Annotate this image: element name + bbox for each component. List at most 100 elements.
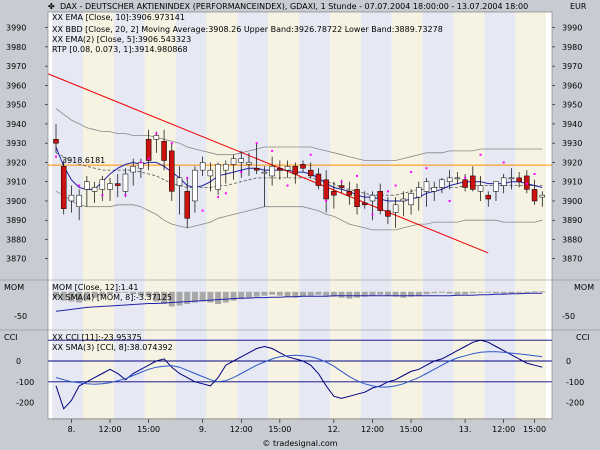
legend-rtp: RTP [0.08, 0.073, 1]:3914.980868 (52, 45, 188, 54)
candle-body (91, 187, 98, 192)
mom-bar (469, 291, 476, 294)
mom-bar (230, 291, 237, 301)
candle-body (60, 166, 67, 209)
header-title: DAX - DEUTSCHER AKTIENINDEX (PERFORMANCE… (60, 2, 528, 11)
y-tick-label-left: 3880 (6, 235, 26, 244)
candle-body (161, 141, 167, 161)
y-tick-label-left: 3950 (6, 101, 26, 110)
mom-bar (485, 291, 492, 293)
candle-body (145, 139, 152, 161)
candle-body (369, 194, 376, 202)
rtp-point (271, 149, 274, 152)
x-tick-label: 15:00 (268, 425, 291, 434)
mom-bar (307, 291, 314, 296)
mom-bar (384, 291, 391, 296)
time-band (206, 12, 238, 420)
mom-bar (338, 291, 345, 298)
x-tick-label: 8. (68, 425, 76, 434)
mom-panel-label-right: MOM (574, 283, 594, 292)
candle-body (446, 177, 453, 182)
y-tick-label-left: 3910 (6, 178, 26, 187)
y-tick-label-right: 3910 (562, 178, 582, 187)
x-tick-label: 13. (459, 425, 472, 434)
rtp-point (386, 190, 389, 193)
rtp-point (325, 199, 328, 202)
y-tick-label-right: 3890 (562, 216, 582, 225)
candle-body (516, 177, 522, 182)
y-tick-label-right: 3970 (562, 62, 582, 71)
legend-ema2: XX EMA(2) [Close, 5]:3906.543323 (52, 35, 191, 44)
candle-body (184, 191, 190, 219)
y-tick-label-left: 3940 (6, 120, 26, 129)
y-tick-label-right: 3900 (562, 197, 582, 206)
candle-body (153, 135, 160, 140)
mom-bar (215, 291, 222, 304)
candle-body (470, 175, 476, 190)
y-tick-label-right: 3950 (562, 101, 582, 110)
candle-body (485, 194, 491, 200)
time-band (113, 12, 145, 420)
time-band (422, 12, 454, 420)
chart-window: 3870 3870 3880 3880 3890 3890 3900 3900 3910 3910… (0, 0, 600, 450)
candle-body (508, 177, 515, 180)
candle-body (439, 179, 445, 188)
rtp-point (255, 142, 258, 145)
y-tick-label-left: 3960 (6, 81, 26, 90)
candle-body (122, 173, 129, 192)
rtp-point (217, 196, 220, 199)
mom-bar (423, 291, 430, 295)
candle-body (377, 191, 383, 211)
mom-y-tick-left: -50 (14, 312, 27, 321)
time-band (299, 12, 331, 420)
x-tick-label: 9. (199, 425, 207, 434)
candle-body (253, 167, 260, 171)
mom-bar (539, 291, 546, 293)
mom-bar (377, 291, 384, 295)
x-tick-label: 12:00 (230, 425, 253, 434)
mom-bar (276, 291, 283, 296)
mom-bar (354, 291, 361, 298)
rtp-point (155, 132, 158, 135)
y-tick-label-left: 3900 (6, 197, 26, 206)
rtp-point (124, 194, 127, 197)
y-tick-label-right: 3940 (562, 120, 582, 129)
rtp-point (464, 176, 467, 179)
rtp-point (101, 194, 104, 197)
candle-body (354, 189, 360, 207)
candle-body (130, 166, 136, 173)
candle-body (176, 177, 183, 186)
mom-bar (245, 291, 252, 298)
mom-panel-label-left: MOM (4, 283, 24, 292)
candle-body (76, 194, 82, 207)
legend-cci: XX CCI [11]:-23.95375 (52, 333, 142, 342)
candle-body (408, 193, 414, 206)
mom-bar (261, 291, 268, 296)
time-band (237, 12, 269, 420)
currency-label: EUR (570, 2, 587, 11)
candle-body (230, 158, 237, 165)
candle-body (199, 162, 206, 171)
rtp-point (55, 155, 57, 158)
candle-body (192, 169, 198, 202)
candle-body (454, 177, 461, 180)
candle-body (277, 167, 283, 171)
candle-body (346, 191, 353, 196)
y-tick-label-left: 3890 (6, 216, 26, 225)
rtp-point (186, 176, 189, 179)
mom-bar (477, 291, 484, 293)
cci-y-tick-right: 0 (566, 357, 571, 366)
candle-body (115, 183, 121, 186)
candle-body (539, 194, 546, 198)
candle-body (400, 198, 407, 202)
mom-bar (415, 291, 422, 296)
mom-bar (253, 291, 260, 297)
candle-body (331, 191, 337, 196)
x-tick-label: 12:00 (492, 425, 515, 434)
mom-bar (269, 291, 276, 295)
candle-body (169, 150, 175, 192)
legend-mom: MOM [Close, 12]:1.41 (52, 283, 138, 292)
x-tick-label: 12:00 (99, 425, 122, 434)
rtp-point (394, 184, 397, 187)
price-level-label: 3918.6181 (62, 156, 105, 165)
candle-body (531, 189, 538, 202)
